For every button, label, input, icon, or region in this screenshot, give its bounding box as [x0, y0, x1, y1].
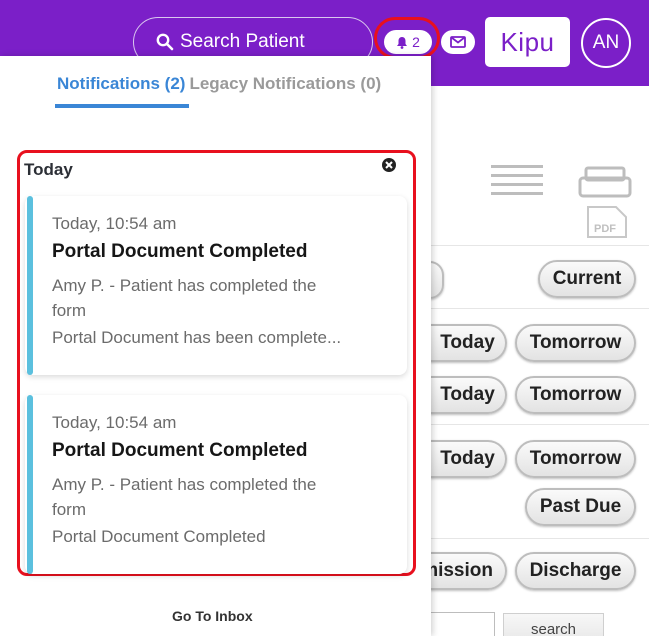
notification-card[interactable]: Today, 10:54 am Portal Document Complete…: [25, 395, 407, 574]
notification-time: Today, 10:54 am: [52, 214, 177, 233]
list-menu-icon[interactable]: [491, 165, 543, 195]
today-button[interactable]: Today: [430, 440, 507, 478]
accent-bar: [27, 196, 33, 375]
divider: [430, 424, 649, 425]
pdf-label: PDF: [594, 223, 616, 235]
mail-icon: [450, 36, 466, 48]
notification-body: Portal Document has been complete...: [52, 328, 342, 347]
notifications-panel: Notifications (2) Legacy Notifications (…: [0, 56, 431, 636]
notification-subtitle: Amy P. - Patient has completed the form: [52, 475, 317, 519]
notification-title: Portal Document Completed: [52, 440, 308, 461]
section-heading-today: Today: [24, 160, 73, 179]
printer-icon[interactable]: [578, 166, 632, 200]
highlight-outline: [374, 17, 440, 59]
divider: [430, 245, 649, 246]
discharge-button[interactable]: Discharge: [515, 552, 636, 590]
divider: [430, 308, 649, 309]
tab-legacy-notifications[interactable]: Legacy Notifications (0): [189, 74, 381, 94]
notification-subtitle: Amy P. - Patient has completed the form: [52, 276, 317, 320]
tab-notifications[interactable]: Notifications (2): [57, 74, 185, 94]
notification-body: Portal Document Completed: [52, 527, 266, 546]
go-to-inbox-link[interactable]: Go To Inbox: [172, 608, 253, 624]
user-avatar[interactable]: AN: [581, 18, 631, 68]
notification-time: Today, 10:54 am: [52, 413, 177, 432]
current-button[interactable]: Current: [538, 260, 636, 298]
notification-card[interactable]: Today, 10:54 am Portal Document Complete…: [25, 196, 407, 375]
today-button[interactable]: Today: [430, 324, 507, 362]
notification-title: Portal Document Completed: [52, 241, 308, 262]
kipu-logo[interactable]: Kipu: [485, 17, 570, 67]
divider: [430, 538, 649, 539]
search-patient-label: Search Patient: [180, 31, 305, 52]
admission-button[interactable]: mission: [430, 552, 507, 590]
messages-button[interactable]: [441, 30, 475, 54]
today-button[interactable]: Today: [430, 376, 507, 414]
tomorrow-button[interactable]: Tomorrow: [515, 440, 636, 478]
page-search-input[interactable]: [430, 612, 495, 636]
past-due-button[interactable]: Past Due: [525, 488, 636, 526]
pdf-icon[interactable]: PDF: [586, 205, 628, 239]
tomorrow-button[interactable]: Tomorrow: [515, 376, 636, 414]
active-tab-indicator: [55, 104, 189, 108]
accent-bar: [27, 395, 33, 574]
page-search-button[interactable]: search: [503, 613, 604, 636]
tomorrow-button[interactable]: Tomorrow: [515, 324, 636, 362]
close-icon[interactable]: [381, 157, 397, 173]
search-icon: [156, 33, 174, 51]
background-subheader: [430, 86, 649, 136]
